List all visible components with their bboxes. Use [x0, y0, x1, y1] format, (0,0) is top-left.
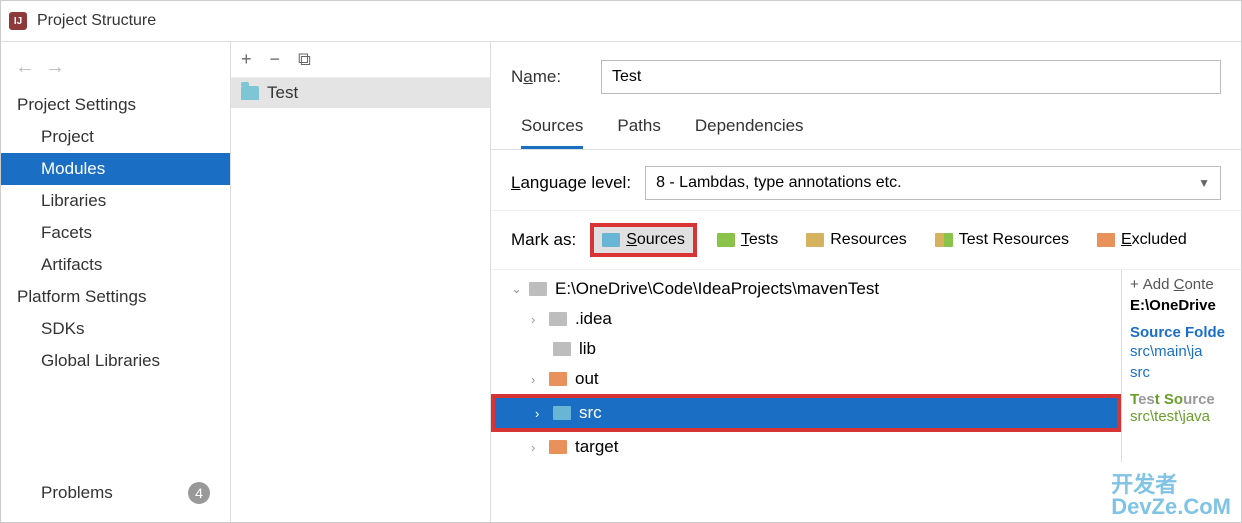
copy-module-button[interactable]: ⧉: [298, 49, 311, 70]
mark-tests-button[interactable]: Tests: [709, 227, 786, 253]
tree-root-label: E:\OneDrive\Code\IdeaProjects\mavenTest: [555, 279, 879, 299]
expand-icon[interactable]: ⌄: [511, 281, 529, 297]
module-tabs: Sources Paths Dependencies: [491, 102, 1241, 150]
mark-resources-label: Resources: [830, 231, 906, 249]
mark-excluded-label: Excluded: [1121, 231, 1187, 249]
titlebar: IJ Project Structure: [1, 1, 1241, 41]
sidebar-item-sdks[interactable]: SDKs: [1, 313, 230, 345]
content-root-path: E:\OneDrive: [1130, 297, 1233, 314]
tree-row-lib[interactable]: lib: [491, 334, 1121, 364]
watermark: 开发者 DevZe.CoM: [1111, 474, 1231, 518]
tree-label: src: [579, 403, 602, 423]
name-label: Name:: [511, 67, 601, 87]
folder-icon: [549, 372, 567, 386]
name-field-row: Name:: [491, 52, 1241, 102]
back-arrow-icon[interactable]: ←: [15, 56, 35, 79]
language-level-select[interactable]: 8 - Lambdas, type annotations etc. ▼: [645, 166, 1221, 200]
chevron-down-icon: ▼: [1198, 176, 1210, 190]
expand-icon[interactable]: ›: [531, 440, 549, 455]
content-root-tree: ⌄ E:\OneDrive\Code\IdeaProjects\mavenTes…: [491, 270, 1121, 462]
resources-folder-icon: [806, 233, 824, 247]
content-roots-panel: + Add Conte E:\OneDrive Source Folde src…: [1121, 270, 1241, 462]
tab-sources[interactable]: Sources: [521, 116, 583, 149]
plus-icon: +: [1130, 276, 1139, 293]
tree-row-src[interactable]: › src: [495, 398, 1117, 428]
tree-row-src-highlight: › src: [491, 394, 1121, 432]
mark-test-resources-label: Test Resources: [959, 231, 1069, 249]
folder-icon: [553, 342, 571, 356]
source-folder-link[interactable]: src\main\ja: [1130, 343, 1233, 360]
sidebar-item-project[interactable]: Project: [1, 121, 230, 153]
excluded-folder-icon: [1097, 233, 1115, 247]
tab-dependencies[interactable]: Dependencies: [695, 116, 804, 149]
folder-icon: [549, 312, 567, 326]
mark-resources-button[interactable]: Resources: [798, 227, 914, 253]
expand-icon[interactable]: ›: [531, 312, 549, 327]
test-folder-link[interactable]: src\test\java: [1130, 408, 1233, 425]
modules-toolbar: + − ⧉: [231, 42, 490, 78]
test-folders-header: Test Source: [1130, 391, 1233, 408]
sidebar-item-artifacts[interactable]: Artifacts: [1, 249, 230, 281]
modules-panel: + − ⧉ Test: [231, 42, 491, 522]
details-panel: Name: Sources Paths Dependencies Languag…: [491, 42, 1241, 522]
problems-label: Problems: [41, 483, 113, 503]
source-folders-header: Source Folde: [1130, 324, 1233, 341]
expand-icon[interactable]: ›: [531, 372, 549, 387]
tree-root-row[interactable]: ⌄ E:\OneDrive\Code\IdeaProjects\mavenTes…: [491, 274, 1121, 304]
module-folder-icon: [241, 86, 259, 100]
module-list-item[interactable]: Test: [231, 78, 490, 108]
mark-as-label: Mark as:: [511, 230, 576, 250]
add-module-button[interactable]: +: [241, 49, 252, 70]
expand-icon[interactable]: ›: [535, 406, 553, 421]
language-level-row: Language level: 8 - Lambdas, type annota…: [491, 150, 1241, 211]
sidebar-item-facets[interactable]: Facets: [1, 217, 230, 249]
language-level-value: 8 - Lambdas, type annotations etc.: [656, 174, 901, 192]
mark-as-row: Mark as: Sources Tests Resources Test Re…: [491, 211, 1241, 270]
platform-settings-header: Platform Settings: [1, 281, 230, 313]
tree-row-target[interactable]: › target: [491, 432, 1121, 462]
folder-icon: [549, 440, 567, 454]
mark-test-resources-button[interactable]: Test Resources: [927, 227, 1077, 253]
sidebar-item-global-libraries[interactable]: Global Libraries: [1, 345, 230, 377]
tree-label: target: [575, 437, 618, 457]
mark-tests-label: Tests: [741, 231, 778, 249]
tree-row-idea[interactable]: › .idea: [491, 304, 1121, 334]
main-area: ← → Project Settings Project Modules Lib…: [1, 41, 1241, 522]
sidebar-item-problems[interactable]: Problems 4: [1, 472, 230, 514]
add-content-root-button[interactable]: + Add Conte: [1130, 276, 1233, 293]
project-settings-header: Project Settings: [1, 89, 230, 121]
app-icon: IJ: [9, 12, 27, 30]
window-title: Project Structure: [37, 12, 156, 30]
sources-highlight: Sources: [590, 223, 697, 257]
nav-arrows: ← →: [1, 50, 230, 89]
source-folder-link[interactable]: src: [1130, 364, 1233, 381]
mark-excluded-button[interactable]: Excluded: [1089, 227, 1195, 253]
mark-sources-label: Sources: [626, 231, 685, 249]
tree-label: out: [575, 369, 599, 389]
test-resources-folder-icon: [935, 233, 953, 247]
folder-icon: [529, 282, 547, 296]
tab-paths[interactable]: Paths: [617, 116, 660, 149]
tree-label: lib: [579, 339, 596, 359]
forward-arrow-icon[interactable]: →: [45, 56, 65, 79]
mark-sources-button[interactable]: Sources: [594, 227, 693, 253]
language-level-label: Language level:: [511, 173, 631, 193]
sources-folder-icon: [602, 233, 620, 247]
problems-count-badge: 4: [188, 482, 210, 504]
sidebar-item-libraries[interactable]: Libraries: [1, 185, 230, 217]
folder-icon: [553, 406, 571, 420]
tree-row-out[interactable]: › out: [491, 364, 1121, 394]
sidebar-item-modules[interactable]: Modules: [1, 153, 230, 185]
tree-wrap: ⌄ E:\OneDrive\Code\IdeaProjects\mavenTes…: [491, 270, 1241, 462]
module-name: Test: [267, 83, 298, 103]
remove-module-button[interactable]: −: [270, 49, 281, 70]
tests-folder-icon: [717, 233, 735, 247]
sidebar: ← → Project Settings Project Modules Lib…: [1, 42, 231, 522]
module-name-input[interactable]: [601, 60, 1221, 94]
tree-label: .idea: [575, 309, 612, 329]
